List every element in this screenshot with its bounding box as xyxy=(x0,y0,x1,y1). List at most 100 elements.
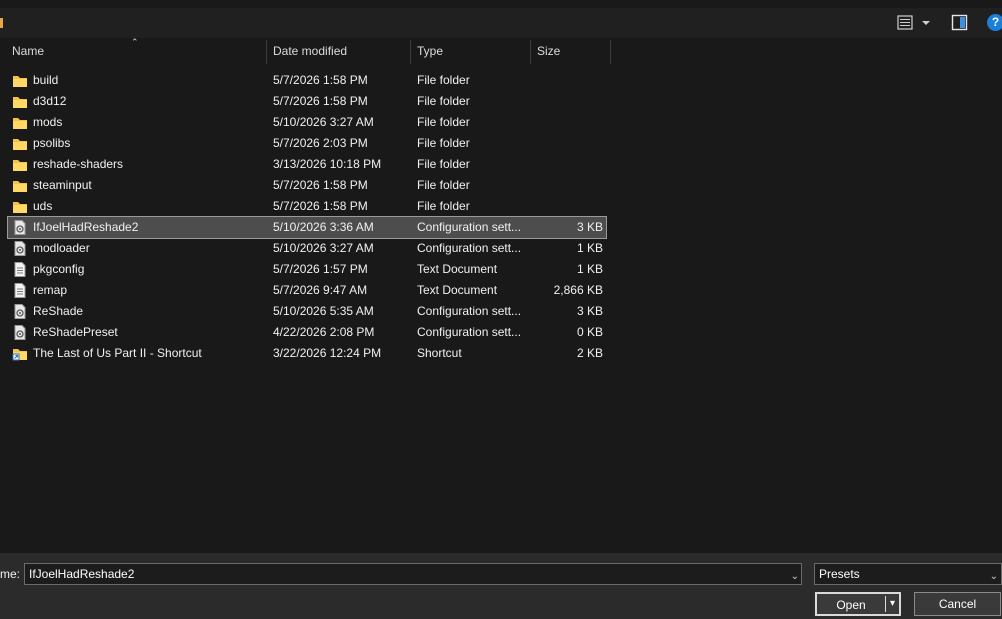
file-date: 5/7/2026 1:57 PM xyxy=(273,262,368,276)
dialog-footer: me: IfJoelHadReshade2 ⌄ Presets ⌄ Open ▾… xyxy=(0,553,1002,619)
file-row[interactable]: mods 5/10/2026 3:27 AM File folder xyxy=(8,112,606,133)
file-name: ReShadePreset xyxy=(33,325,118,339)
file-size: 1 KB xyxy=(576,241,603,255)
file-size: 3 KB xyxy=(576,304,603,318)
file-date: 5/10/2026 3:36 AM xyxy=(273,220,374,234)
config-file-icon xyxy=(12,304,28,319)
file-name: steaminput xyxy=(33,178,92,192)
file-type: File folder xyxy=(417,178,470,192)
file-size: 3 KB xyxy=(576,220,603,234)
file-date: 5/7/2026 1:58 PM xyxy=(273,73,368,87)
file-row[interactable]: IfJoelHadReshade2 5/10/2026 3:36 AM Config… xyxy=(7,216,607,239)
file-row[interactable]: reshade-shaders 3/13/2026 10:18 PM File fo… xyxy=(8,154,606,175)
file-date: 5/7/2026 1:58 PM xyxy=(273,178,368,192)
file-size xyxy=(531,154,603,175)
filename-input[interactable]: IfJoelHadReshade2 ⌄ xyxy=(24,563,802,585)
file-name: psolibs xyxy=(33,136,71,150)
column-divider[interactable] xyxy=(530,40,531,64)
column-header-size[interactable]: Size xyxy=(537,38,607,64)
file-date: 5/7/2026 1:58 PM xyxy=(273,94,368,108)
preview-pane-icon xyxy=(951,14,968,31)
config-file-icon xyxy=(12,325,28,340)
file-size xyxy=(531,175,603,196)
chevron-down-icon[interactable]: ▾ xyxy=(890,593,895,615)
file-row[interactable]: psolibs 5/7/2026 2:03 PM File folder xyxy=(8,133,606,154)
file-date: 5/10/2026 3:27 AM xyxy=(273,115,374,129)
file-name: The Last of Us Part II - Shortcut xyxy=(33,346,202,360)
file-type: File folder xyxy=(417,199,470,213)
file-name: mods xyxy=(33,115,63,129)
file-type: Text Document xyxy=(417,262,498,276)
file-name: IfJoelHadReshade2 xyxy=(33,220,139,234)
file-row[interactable]: ReShadePreset 4/22/2026 2:08 PM Configurat… xyxy=(8,322,606,343)
file-type-filter[interactable]: Presets ⌄ xyxy=(814,563,1002,585)
column-divider[interactable] xyxy=(410,40,411,64)
file-name: modloader xyxy=(33,241,90,255)
folder-icon xyxy=(12,199,28,214)
file-row[interactable]: build 5/7/2026 1:58 PM File folder xyxy=(8,70,606,91)
file-size xyxy=(531,196,603,217)
file-type: File folder xyxy=(417,115,470,129)
file-row[interactable]: The Last of Us Part II - Shortcut 3/22/20… xyxy=(8,343,606,364)
file-row[interactable]: modloader 5/10/2026 3:27 AM Configuration … xyxy=(8,238,606,259)
cancel-button[interactable]: Cancel xyxy=(914,592,1001,616)
file-date: 5/7/2026 9:47 AM xyxy=(273,283,368,297)
file-type: File folder xyxy=(417,157,470,171)
title-bar xyxy=(0,0,1002,8)
change-view-button[interactable] xyxy=(897,15,933,33)
file-type: File folder xyxy=(417,73,470,87)
shortcut-icon xyxy=(12,346,28,361)
folder-icon xyxy=(12,136,28,151)
file-date: 5/7/2026 2:03 PM xyxy=(273,136,368,150)
file-name: remap xyxy=(33,283,68,297)
column-header-row: Name ⌃ Date modified Type Size xyxy=(0,37,612,64)
file-name: reshade-shaders xyxy=(33,157,124,171)
file-date: 5/7/2026 1:58 PM xyxy=(273,199,368,213)
column-divider[interactable] xyxy=(610,40,611,64)
file-type: Configuration sett... xyxy=(417,304,522,318)
filename-value: IfJoelHadReshade2 xyxy=(29,567,135,581)
folder-icon xyxy=(12,157,28,172)
sort-ascending-icon: ⌃ xyxy=(131,37,139,47)
column-header-type[interactable]: Type xyxy=(417,38,527,64)
open-label: Open xyxy=(836,598,866,612)
file-size: 1 KB xyxy=(576,262,603,276)
file-type: Configuration sett... xyxy=(417,325,522,339)
file-size: 0 KB xyxy=(576,325,603,339)
file-name: uds xyxy=(33,199,53,213)
split-divider xyxy=(885,596,886,612)
file-name: d3d12 xyxy=(33,94,67,108)
file-size: 2,866 KB xyxy=(553,283,603,297)
file-type: Configuration sett... xyxy=(417,241,522,255)
config-file-icon xyxy=(12,220,28,235)
folder-icon xyxy=(12,115,28,130)
open-button[interactable]: Open ▾ xyxy=(815,592,901,616)
file-row[interactable]: uds 5/7/2026 1:58 PM File folder xyxy=(8,196,606,217)
folder-icon xyxy=(12,94,28,109)
file-row[interactable]: ReShade 5/10/2026 5:35 AM Configuration se… xyxy=(8,301,606,322)
file-size xyxy=(531,91,603,112)
file-size xyxy=(531,70,603,91)
file-type: File folder xyxy=(417,136,470,150)
text-file-icon xyxy=(12,262,28,277)
chevron-down-icon[interactable]: ⌄ xyxy=(791,567,799,587)
help-button[interactable]: ? xyxy=(987,14,1002,31)
config-file-icon xyxy=(12,241,28,256)
column-header-date[interactable]: Date modified xyxy=(273,38,403,64)
file-row[interactable]: d3d12 5/7/2026 1:58 PM File folder xyxy=(8,91,606,112)
file-type: Text Document xyxy=(417,283,498,297)
file-type: Shortcut xyxy=(417,346,462,360)
file-row[interactable]: steaminput 5/7/2026 1:58 PM File folder xyxy=(8,175,606,196)
file-name: pkgconfig xyxy=(33,262,85,276)
preview-pane-button[interactable] xyxy=(951,14,969,32)
file-type: File folder xyxy=(417,94,470,108)
chevron-down-icon: ⌄ xyxy=(989,571,998,582)
file-row[interactable]: pkgconfig 5/7/2026 1:57 PM Text Document 1 … xyxy=(8,259,606,280)
file-row[interactable]: remap 5/7/2026 9:47 AM Text Document 2,866 … xyxy=(8,280,606,301)
file-size: 2 KB xyxy=(576,346,603,360)
column-divider[interactable] xyxy=(266,40,267,64)
file-date: 4/22/2026 2:08 PM xyxy=(273,325,375,339)
file-size xyxy=(531,112,603,133)
file-name: build xyxy=(33,73,59,87)
file-size xyxy=(531,133,603,154)
